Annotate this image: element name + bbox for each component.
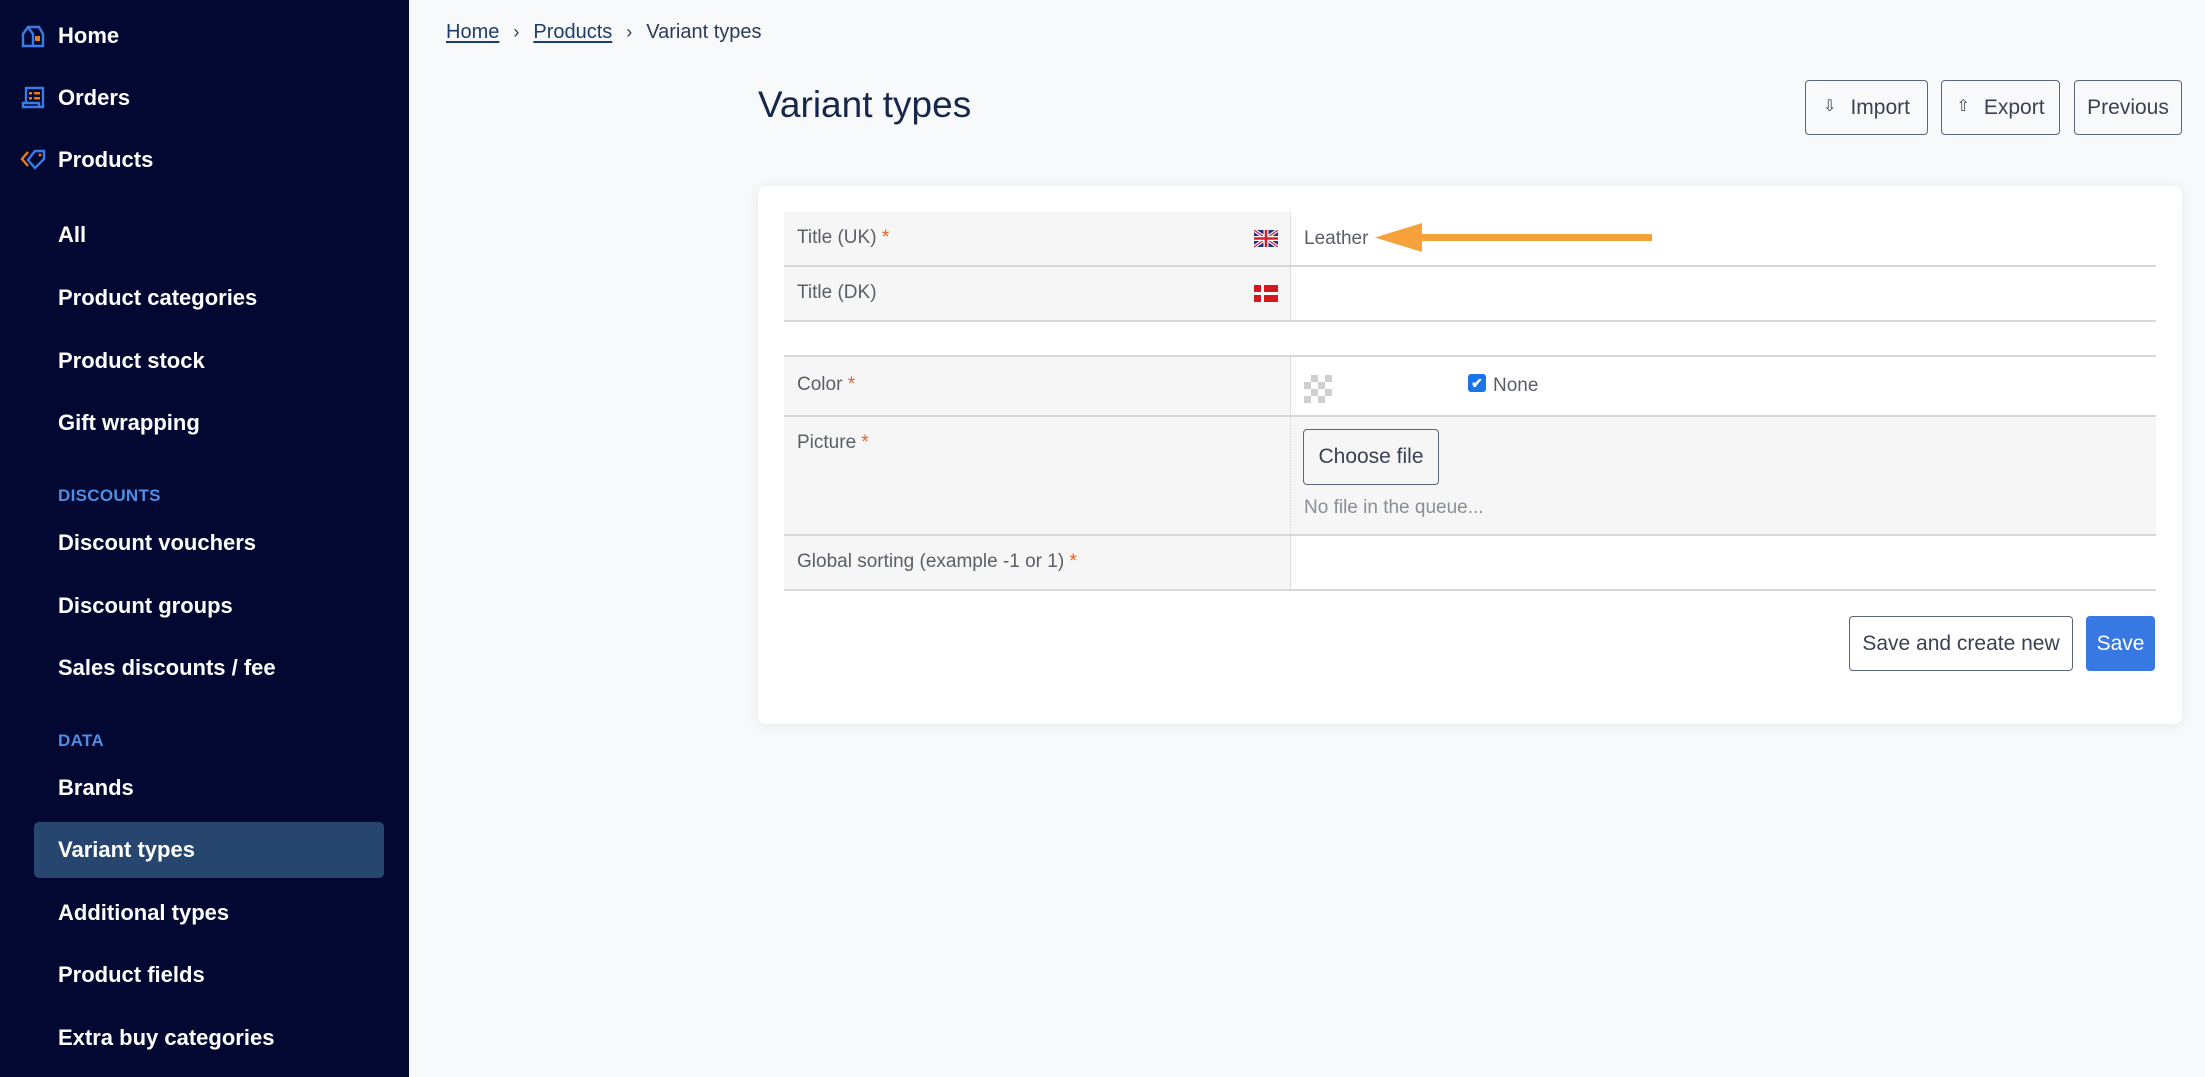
- tag-icon: [20, 149, 46, 170]
- sidebar-item-brands[interactable]: Brands: [34, 760, 384, 816]
- sidebar-item-gift-wrapping[interactable]: Gift wrapping: [34, 395, 384, 451]
- sidebar-item-label: Product fields: [58, 962, 205, 987]
- picture-label: Picture *: [797, 432, 869, 454]
- field-label: Color *: [784, 357, 1291, 415]
- previous-button[interactable]: Previous: [2074, 80, 2182, 135]
- home-icon: [21, 25, 45, 48]
- field-label: Global sorting (example -1 or 1) *: [784, 536, 1291, 589]
- color-label: Color *: [797, 374, 855, 396]
- sidebar-item-sales-discounts-fee[interactable]: Sales discounts / fee: [34, 640, 384, 696]
- save-button[interactable]: Save: [2086, 616, 2155, 671]
- orders-icon: [21, 86, 45, 109]
- none-checkbox[interactable]: ✔: [1468, 374, 1486, 392]
- sidebar-item-product-stock[interactable]: Product stock: [34, 333, 384, 389]
- upload-icon: ⇧: [1956, 97, 1970, 115]
- global-sorting-input[interactable]: [1291, 536, 2156, 589]
- section-heading-discounts: DISCOUNTS: [58, 486, 161, 505]
- required-asterisk: *: [847, 374, 856, 395]
- download-icon: ⇩: [1823, 97, 1837, 115]
- required-asterisk: *: [861, 432, 869, 453]
- section-heading-data: DATA: [58, 731, 104, 750]
- required-asterisk: *: [881, 227, 890, 248]
- sidebar-item-products[interactable]: Products: [0, 132, 409, 188]
- sidebar-item-discount-vouchers[interactable]: Discount vouchers: [34, 515, 384, 571]
- sidebar-item-additional-types[interactable]: Additional types: [34, 885, 384, 941]
- chevron-right-icon: ›: [626, 22, 633, 42]
- previous-label: Previous: [2087, 95, 2169, 119]
- breadcrumb-products[interactable]: Products: [533, 21, 612, 44]
- variant-type-form-card: Title (UK) * Title (DK): [758, 186, 2182, 724]
- color-swatch-transparent[interactable]: [1304, 375, 1332, 403]
- label-text: Color: [797, 374, 843, 395]
- uk-flag-icon: [1254, 230, 1278, 247]
- file-queue-status: No file in the queue...: [1304, 497, 1484, 518]
- sidebar-item-label: Additional types: [58, 900, 230, 925]
- breadcrumb: Home › Products › Variant types: [446, 21, 762, 44]
- breadcrumb-home[interactable]: Home: [446, 21, 499, 44]
- form-row-color: Color * ✔ None: [784, 355, 2156, 417]
- sidebar-item-label: Discount vouchers: [58, 530, 257, 555]
- sidebar-item-label: Variant types: [58, 837, 195, 862]
- sidebar-item-product-fields[interactable]: Product fields: [34, 947, 384, 1003]
- dk-flag-icon: [1254, 285, 1278, 302]
- required-asterisk: *: [1069, 551, 1077, 572]
- field-value: [1291, 536, 2156, 589]
- sidebar-item-label: Home: [58, 23, 120, 48]
- sidebar-item-label: Products: [58, 147, 154, 172]
- form-row-picture: Picture * Choose file No file in the que…: [784, 417, 2156, 536]
- sidebar-item-label: All: [58, 222, 87, 247]
- sidebar-item-label: Orders: [58, 85, 131, 110]
- none-checkbox-wrap[interactable]: ✔ None: [1468, 374, 1539, 397]
- export-label: Export: [1983, 95, 2045, 119]
- chevron-right-icon: ›: [513, 22, 520, 42]
- save-and-create-new-button[interactable]: Save and create new: [1849, 616, 2073, 671]
- sidebar-item-product-categories[interactable]: Product categories: [34, 270, 384, 326]
- field-label: Title (DK): [784, 267, 1291, 320]
- form-row-global-sorting: Global sorting (example -1 or 1) *: [784, 536, 2156, 591]
- annotation-arrow-icon: [1375, 223, 1652, 252]
- sidebar-item-label: Sales discounts / fee: [58, 655, 276, 680]
- sidebar: Home Orders Products All Product categor…: [0, 0, 409, 1077]
- sidebar-item-home[interactable]: Home: [0, 8, 409, 64]
- breadcrumb-current: Variant types: [646, 21, 762, 43]
- import-label: Import: [1850, 95, 1910, 119]
- sidebar-item-extra-buy-categories[interactable]: Extra buy categories: [34, 1010, 384, 1066]
- sidebar-item-label: Product categories: [58, 285, 258, 310]
- sidebar-item-variant-types[interactable]: Variant types: [34, 822, 384, 878]
- import-button[interactable]: ⇩ Import: [1805, 80, 1928, 135]
- choose-file-button[interactable]: Choose file: [1303, 429, 1439, 485]
- sidebar-item-label: Discount groups: [58, 593, 233, 618]
- sidebar-item-discount-groups[interactable]: Discount groups: [34, 578, 384, 634]
- field-value: ✔ None: [1291, 357, 2156, 415]
- export-button[interactable]: ⇧ Export: [1941, 80, 2060, 135]
- none-label: None: [1493, 375, 1539, 396]
- sidebar-item-label: Product stock: [58, 348, 205, 373]
- title-uk-label: Title (UK) *: [797, 227, 889, 249]
- title-dk-label: Title (DK): [797, 282, 877, 303]
- sidebar-item-label: Extra buy categories: [58, 1025, 275, 1050]
- field-value: Choose file No file in the queue...: [1291, 417, 2156, 534]
- page-title: Variant types: [758, 84, 972, 125]
- sidebar-item-all[interactable]: All: [34, 207, 384, 263]
- label-text: Global sorting (example -1 or 1): [797, 551, 1065, 572]
- global-sorting-label: Global sorting (example -1 or 1) *: [797, 551, 1077, 573]
- title-dk-input[interactable]: [1291, 267, 2156, 320]
- sidebar-item-orders[interactable]: Orders: [0, 70, 409, 126]
- field-value: [1291, 267, 2156, 320]
- label-text: Picture: [797, 432, 857, 453]
- field-label: Picture *: [784, 417, 1291, 534]
- sidebar-item-label: Gift wrapping: [58, 410, 200, 435]
- sidebar-item-label: Brands: [58, 775, 134, 800]
- label-text: Title (UK): [797, 227, 877, 248]
- field-label: Title (UK) *: [784, 212, 1291, 265]
- form-row-title-dk: Title (DK): [784, 267, 2156, 322]
